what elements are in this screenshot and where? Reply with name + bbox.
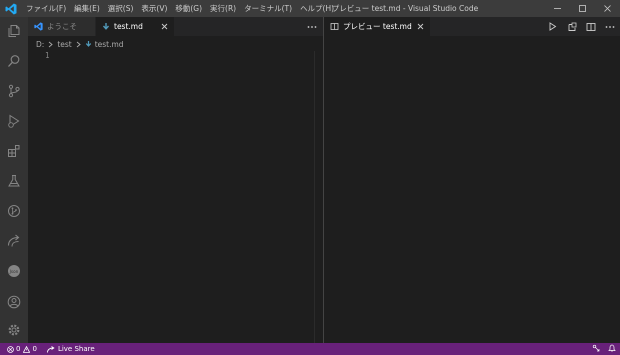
minimize-icon — [554, 8, 561, 9]
source-control-icon[interactable] — [0, 78, 28, 104]
menu-view[interactable]: 表示(V) — [137, 0, 171, 17]
split-editor-icon[interactable] — [584, 20, 597, 33]
open-source-icon[interactable] — [565, 20, 578, 33]
close-icon — [604, 5, 611, 12]
maximize-icon — [579, 5, 586, 12]
live-share-icon — [46, 345, 55, 353]
menu-terminal[interactable]: ターミナル(T) — [240, 0, 296, 17]
maximize-button[interactable] — [570, 0, 595, 17]
explorer-icon[interactable] — [0, 18, 28, 44]
title-bar: ファイル(F) 編集(E) 選択(S) 表示(V) 移動(G) 実行(R) ター… — [0, 0, 620, 17]
preview-icon — [330, 22, 339, 31]
git-graph-icon[interactable] — [0, 198, 28, 224]
error-count: 0 — [16, 345, 21, 353]
svg-text:Json: Json — [9, 269, 19, 274]
live-share-label: Live Share — [57, 345, 95, 353]
tab-welcome[interactable]: ようこそ — [28, 17, 96, 36]
feedback-icon[interactable] — [592, 344, 600, 354]
line-number: 1 — [45, 51, 50, 60]
vertical-scrollbar[interactable] — [314, 51, 323, 343]
menu-run[interactable]: 実行(R) — [206, 0, 240, 17]
window-title: プレビュー test.md - Visual Studio Code — [331, 4, 479, 13]
breadcrumb-drive[interactable]: D: — [36, 40, 44, 49]
testing-icon[interactable] — [0, 168, 28, 194]
tab-label: プレビュー test.md — [343, 22, 412, 31]
status-bar: 0 0 Live Share — [0, 343, 620, 355]
chevron-right-icon — [76, 41, 81, 48]
breadcrumb: D: test test.md — [36, 38, 124, 50]
extensions-icon[interactable] — [0, 138, 28, 164]
tab-label: ようこそ — [47, 22, 77, 31]
run-icon[interactable] — [546, 20, 559, 33]
more-actions-icon[interactable] — [603, 20, 616, 33]
live-share-button[interactable]: Live Share — [46, 345, 95, 353]
status-bar-right — [592, 343, 616, 355]
remote-icon[interactable] — [0, 228, 28, 254]
breadcrumb-folder[interactable]: test — [57, 40, 71, 49]
markdown-icon — [85, 40, 92, 48]
chevron-right-icon — [48, 41, 54, 48]
window-controls — [545, 0, 620, 17]
close-icon[interactable] — [161, 23, 168, 30]
menu-bar: ファイル(F) 編集(E) 選択(S) 表示(V) 移動(G) 実行(R) ター… — [22, 0, 338, 17]
menu-file[interactable]: ファイル(F) — [22, 0, 70, 17]
tab-bar-left: ようこそ test.md — [28, 17, 323, 36]
tab-label: test.md — [114, 22, 143, 31]
warning-count: 0 — [32, 345, 37, 353]
menu-go[interactable]: 移動(G) — [171, 0, 206, 17]
tab-actions-left — [307, 17, 317, 36]
editor-group-left: ようこそ test.md D: test test.md 1 — [28, 17, 323, 343]
run-debug-icon[interactable] — [0, 108, 28, 134]
markdown-icon — [102, 22, 110, 31]
menu-selection[interactable]: 選択(S) — [104, 0, 138, 17]
tab-test-md[interactable]: test.md — [96, 17, 175, 36]
menu-edit[interactable]: 編集(E) — [70, 0, 104, 17]
notifications-bell-icon[interactable] — [608, 344, 616, 354]
close-window-button[interactable] — [595, 0, 620, 17]
breadcrumb-file[interactable]: test.md — [95, 40, 124, 49]
more-actions-icon[interactable] — [307, 22, 317, 32]
tab-actions-right — [546, 17, 616, 36]
tab-preview-test-md[interactable]: プレビュー test.md — [324, 17, 431, 36]
close-icon[interactable] — [417, 23, 424, 30]
activity-bar: Json — [0, 17, 28, 343]
json-icon[interactable]: Json — [0, 258, 28, 284]
minimize-button[interactable] — [545, 0, 570, 17]
tab-bar-right: プレビュー test.md — [324, 17, 620, 36]
error-icon — [7, 345, 14, 353]
account-icon[interactable] — [0, 289, 28, 315]
search-icon[interactable] — [0, 48, 28, 74]
problems-indicator[interactable]: 0 0 — [7, 345, 40, 353]
vscode-logo-icon — [0, 0, 22, 17]
vscode-logo-icon — [34, 22, 43, 31]
editor-group-right: プレビュー test.md — [324, 17, 620, 343]
settings-gear-icon[interactable] — [0, 317, 28, 343]
warning-icon — [23, 345, 31, 353]
